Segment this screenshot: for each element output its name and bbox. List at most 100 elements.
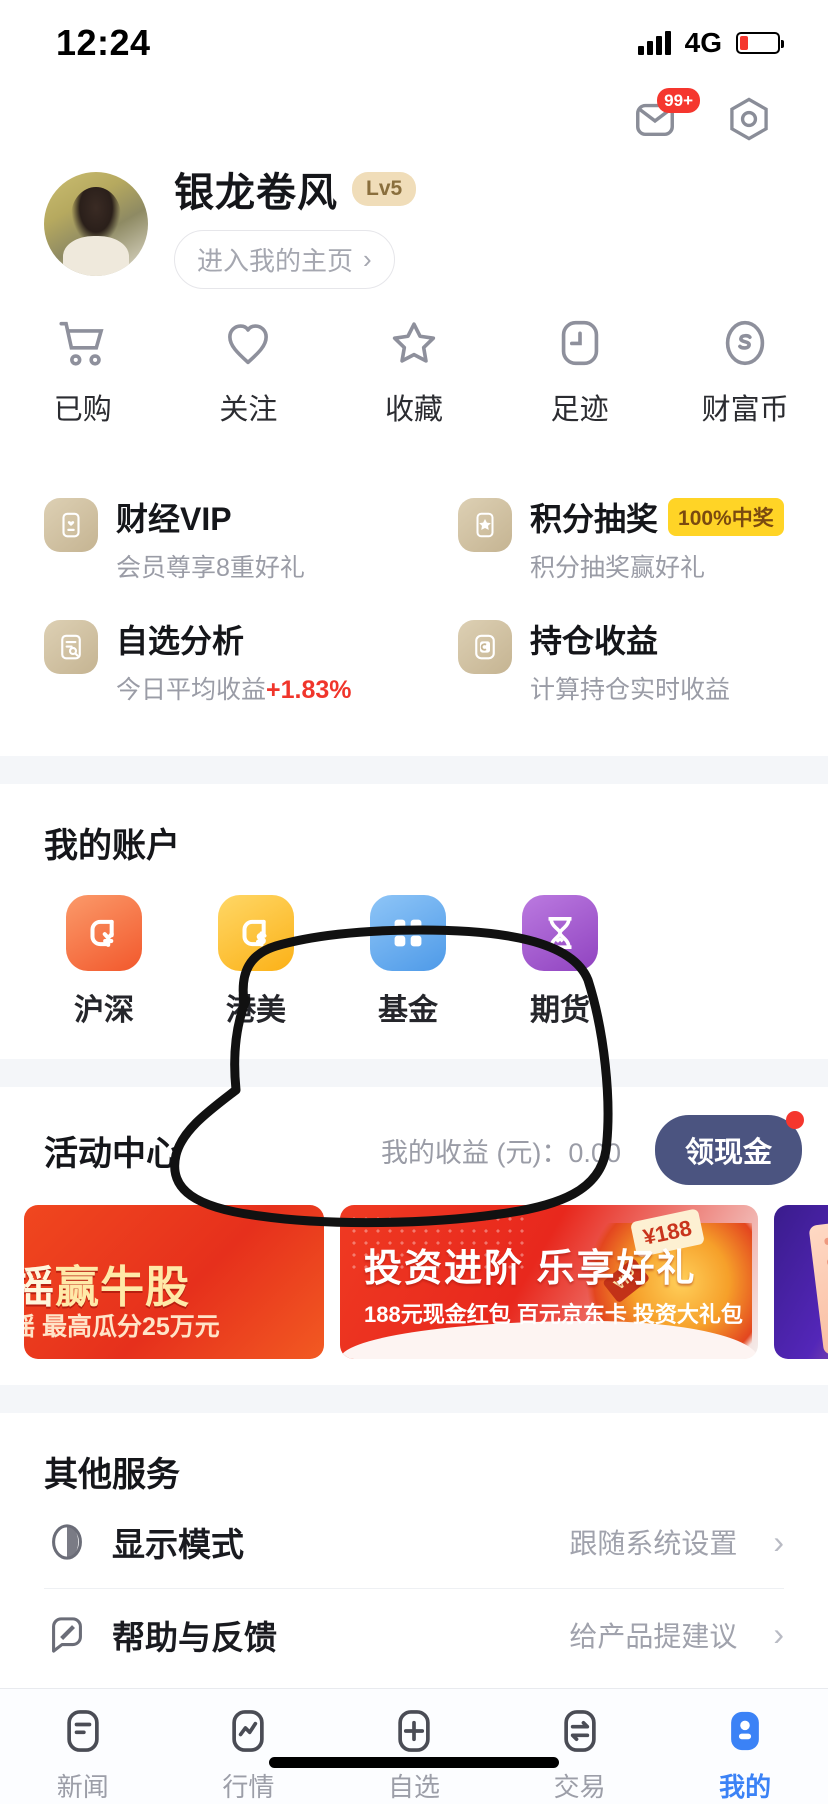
settings-button[interactable] [722, 92, 776, 146]
account-label: 沪深 [74, 994, 134, 1027]
other-services-section: 其他服务 显示模式 跟随系统设置 › 帮助与反馈 给产品提建议 › [0, 1413, 828, 1688]
messages-button[interactable]: 99+ [628, 88, 700, 146]
app-screen: 12:24 4G 99+ 银龙卷风 Lv5 进入我的主页 › 已购 关注 收藏 … [0, 0, 828, 1804]
other-services-rows: 显示模式 跟随系统设置 › 帮助与反馈 给产品提建议 › [0, 1496, 828, 1688]
trade-exchange-icon [563, 1710, 596, 1752]
my-account-section: 我的账户 沪深 港美 基金 期货 [0, 784, 828, 1059]
status-indicators: 4G [637, 27, 784, 59]
service-title: 持仓收益 [530, 623, 659, 659]
profile-info: 银龙卷风 Lv5 进入我的主页 › [174, 160, 417, 289]
service-text: 财经VIP 会员尊享8重好礼 [116, 494, 305, 584]
tab-watchlist[interactable]: 自选 [331, 1705, 497, 1804]
service-card-position-profit[interactable]: 持仓收益 计算持仓实时收益 [414, 600, 828, 722]
banner-title-lead: 摇 [24, 1263, 55, 1312]
tab-label: 行情 [222, 1772, 275, 1802]
account-item-fund[interactable]: 基金 [332, 895, 484, 1029]
profile-header[interactable]: 银龙卷风 Lv5 进入我的主页 › [0, 146, 828, 289]
row-help-feedback[interactable]: 帮助与反馈 给产品提建议 › [44, 1588, 784, 1680]
quick-action-purchased[interactable]: 已购 [0, 314, 166, 428]
banner-lucky-bull[interactable]: 摇赢牛股 摇 最高瓜分25万元 [24, 1205, 324, 1359]
battery-low-icon [736, 32, 784, 54]
account-item-hushen[interactable]: 沪深 [28, 895, 180, 1029]
tab-market[interactable]: 行情 [166, 1705, 332, 1804]
section-gap [0, 756, 828, 784]
profile-icon [731, 1711, 760, 1751]
quick-action-following[interactable]: 关注 [166, 314, 332, 428]
account-label: 期货 [530, 994, 590, 1027]
status-badge: 100%中奖 [668, 498, 784, 536]
medal-icon [458, 498, 512, 552]
service-card-vip[interactable]: 财经VIP 会员尊享8重好礼 [0, 478, 414, 600]
network-type-label: 4G [684, 27, 722, 58]
messages-badge: 99+ [657, 88, 700, 113]
tab-profile[interactable]: 我的 [662, 1705, 828, 1804]
service-title-row: 财经VIP [116, 494, 305, 540]
service-card-lottery[interactable]: 积分抽奖 100%中奖 积分抽奖赢好礼 [414, 478, 828, 600]
quick-action-label: 已购 [53, 394, 112, 426]
top-action-bar: 99+ [0, 86, 828, 146]
banner-subtitle: 摇 最高瓜分25万元 [24, 1313, 220, 1341]
service-text: 自选分析 今日平均收益+1.83% [116, 616, 352, 706]
services-grid: 财经VIP 会员尊享8重好礼 积分抽奖 100%中奖 积分抽奖赢好礼 自选分析 … [0, 450, 828, 756]
my-homepage-button[interactable]: 进入我的主页 › [174, 229, 395, 289]
calculator-icon [458, 620, 512, 674]
banner-title-main: 赢牛股 [55, 1263, 190, 1312]
banner-title: 投资进阶 乐享好礼 [364, 1248, 697, 1290]
tab-news[interactable]: 新闻 [0, 1705, 166, 1804]
fund-grid-icon [370, 895, 446, 971]
service-title-row: 自选分析 [116, 616, 352, 662]
banner-title: 摇赢牛股 [24, 1251, 190, 1315]
home-indicator [269, 1757, 559, 1768]
service-subtitle: 今日平均收益+1.83% [116, 670, 352, 706]
chevron-right-icon: › [773, 1523, 784, 1560]
tab-label: 自选 [387, 1772, 440, 1802]
heart-icon [228, 324, 269, 365]
account-label: 港美 [226, 994, 286, 1027]
coin-s-icon [725, 320, 765, 366]
service-title: 积分抽奖 [530, 501, 659, 537]
avatar[interactable] [44, 172, 148, 276]
banner-investment-gift[interactable]: ¥188 VIP 投资进阶 乐享好礼 188元现金红包 百元京东卡 投资大礼包 [340, 1205, 758, 1359]
service-subtitle: 计算持仓实时收益 [530, 676, 731, 704]
service-title: 自选分析 [116, 623, 245, 659]
activity-center-title: 活动中心 [44, 1134, 180, 1173]
quick-action-wealth-coin[interactable]: 财富币 [662, 314, 828, 428]
quick-action-history[interactable]: 足迹 [497, 314, 663, 428]
row-display-mode[interactable]: 显示模式 跟随系统设置 › [44, 1496, 784, 1588]
banner-carousel[interactable]: 摇赢牛股 摇 最高瓜分25万元 ¥188 VIP 投资进阶 乐享好礼 188元现… [0, 1195, 828, 1385]
banner-coupon[interactable] [774, 1205, 828, 1359]
tab-trade[interactable]: 交易 [497, 1705, 663, 1804]
service-title-row: 积分抽奖 100%中奖 [530, 494, 784, 540]
quick-action-favorites[interactable]: 收藏 [331, 314, 497, 428]
account-item-futures[interactable]: 期货 [484, 895, 636, 1029]
my-income-label: 我的收益 (元)：0.00 [380, 1137, 621, 1168]
service-title-row: 持仓收益 [530, 616, 730, 662]
profile-name-row: 银龙卷风 Lv5 [174, 160, 417, 218]
status-bar: 12:24 4G [0, 0, 828, 86]
row-value: 跟随系统设置 [569, 1528, 738, 1559]
my-homepage-label: 进入我的主页 [197, 245, 354, 276]
page-title: 银龙卷风 [174, 170, 338, 215]
coupon-card-decor [808, 1212, 828, 1356]
account-item-gangmei[interactable]: 港美 [180, 895, 332, 1029]
service-card-watchlist-analysis[interactable]: 自选分析 今日平均收益+1.83% [0, 600, 414, 722]
row-value: 给产品提建议 [569, 1620, 738, 1652]
gear-hexagon-icon [730, 97, 768, 141]
tab-label: 新闻 [56, 1772, 109, 1802]
tab-label: 交易 [553, 1772, 606, 1802]
bottom-tab-bar: 新闻 行情 自选 交易 我的 [0, 1688, 828, 1804]
plus-watchlist-icon [398, 1710, 430, 1752]
status-time: 12:24 [56, 22, 151, 63]
cny-wallet-icon [66, 895, 142, 971]
account-icons-row: 沪深 港美 基金 期货 [0, 867, 828, 1059]
market-chart-icon [232, 1710, 265, 1752]
quick-actions-row: 已购 关注 收藏 足迹 财富币 [0, 284, 828, 450]
claim-cash-button[interactable]: 领现金 [654, 1111, 804, 1185]
notification-dot [786, 1111, 804, 1129]
service-subtitle: 会员尊享8重好礼 [116, 554, 305, 582]
display-mode-icon [52, 1524, 82, 1560]
service-subtitle: 积分抽奖赢好礼 [530, 554, 706, 582]
chevron-right-icon: › [363, 243, 372, 274]
usd-wallet-icon [218, 895, 294, 971]
service-subtitle-text: 今日平均收益 [116, 676, 267, 704]
